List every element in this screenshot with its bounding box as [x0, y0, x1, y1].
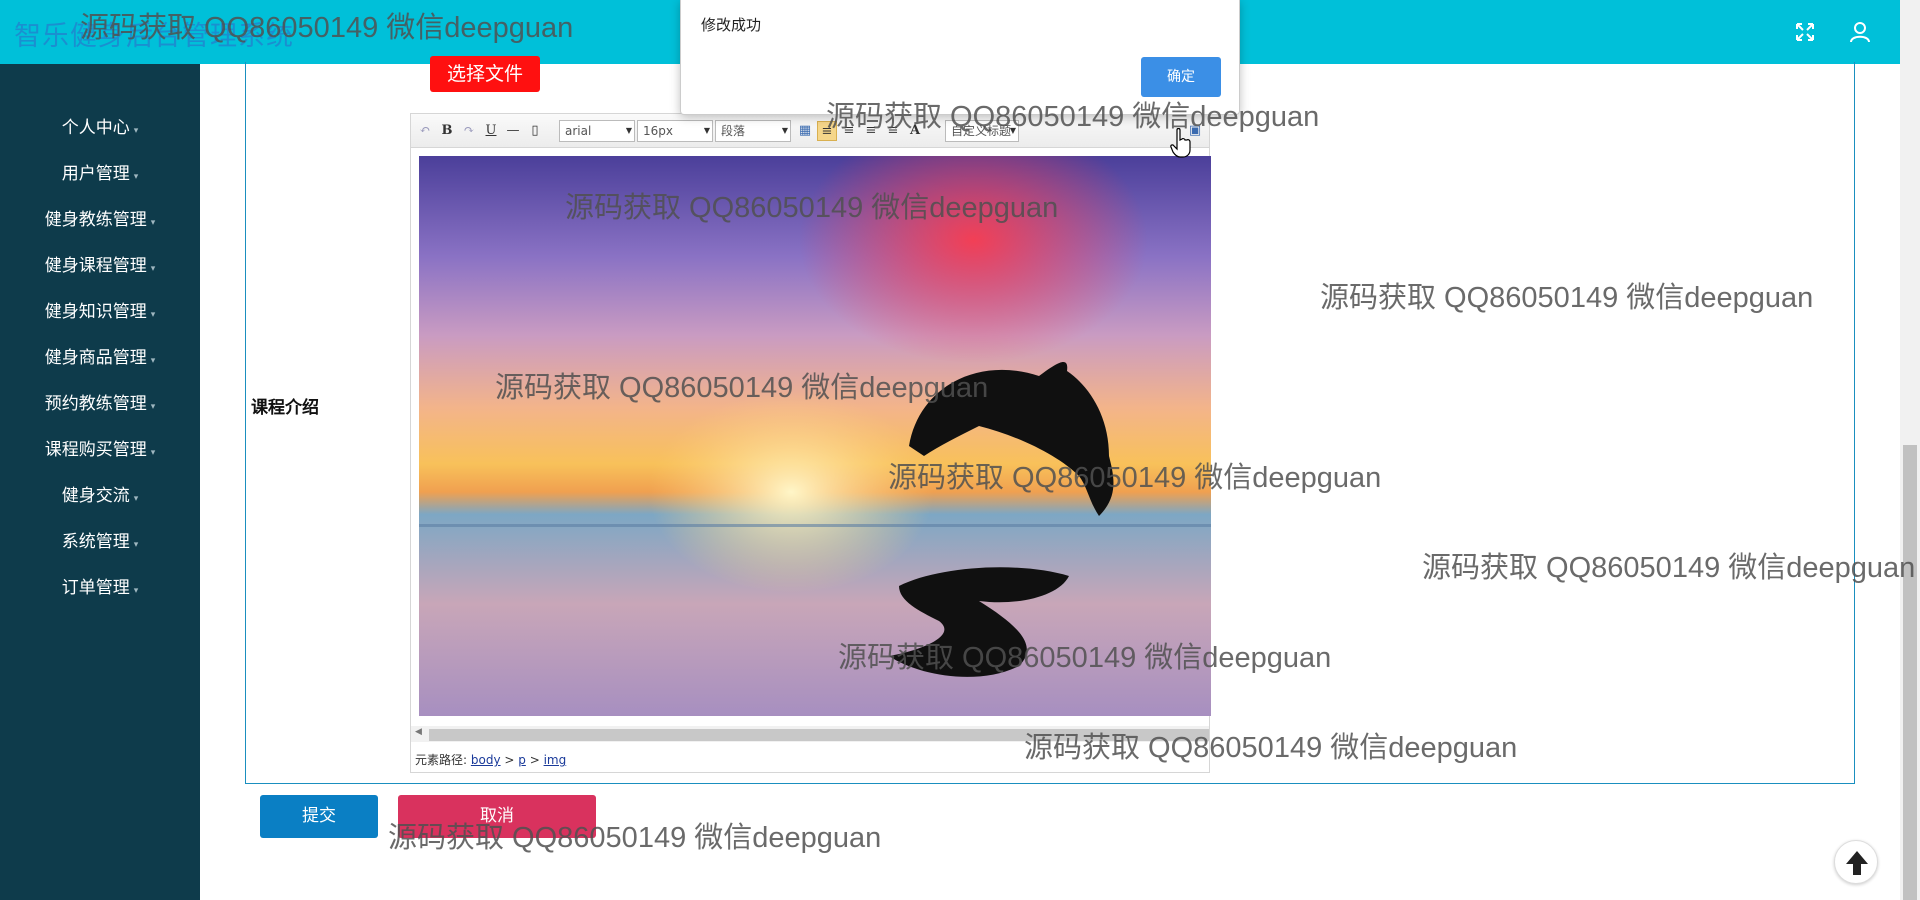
- element-path: 元素路径: body > p > img: [415, 753, 567, 767]
- arrow-up-icon: [1846, 851, 1868, 875]
- paragraph-select[interactable]: 段落 ▼: [715, 120, 791, 142]
- chevron-down-icon: ▾: [150, 356, 156, 366]
- dialog-message: 修改成功: [701, 16, 762, 34]
- sidebar-item-users[interactable]: 用户管理 ▾: [0, 154, 200, 194]
- vertical-scrollbar[interactable]: [1900, 0, 1920, 900]
- align-center-icon[interactable]: ≡: [839, 121, 859, 141]
- course-intro-label: 课程介绍: [251, 398, 319, 418]
- success-dialog: 修改成功 确定: [680, 0, 1240, 115]
- align-right-icon[interactable]: ≡: [861, 121, 881, 141]
- table-icon[interactable]: ▦: [795, 121, 815, 141]
- page-icon[interactable]: ▯: [525, 121, 545, 141]
- sidebar-item-coach-booking[interactable]: 预约教练管理 ▾: [0, 384, 200, 424]
- hand-cursor-icon: [1170, 127, 1192, 162]
- path-img-link[interactable]: img: [544, 753, 567, 767]
- chevron-down-icon: ▾: [150, 310, 156, 320]
- undo-icon[interactable]: ↶: [415, 121, 435, 141]
- choose-file-button[interactable]: 选择文件: [430, 56, 540, 92]
- rich-text-editor: ↶ B ↷ U — ▯ arial ▼ 16px ▼ 段落 ▼ ▦ ≡ ≡ ≡ ≡ A…: [410, 113, 1211, 773]
- redo-icon[interactable]: ↷: [459, 121, 479, 141]
- path-p-link[interactable]: p: [518, 753, 526, 767]
- fullscreen-icon[interactable]: [1790, 17, 1820, 47]
- chevron-down-icon: ▼: [625, 126, 632, 135]
- path-body-link[interactable]: body: [471, 753, 501, 767]
- chevron-down-icon: ▾: [133, 540, 139, 550]
- vertical-scroll-thumb[interactable]: [1903, 445, 1917, 900]
- chevron-down-icon: ▾: [150, 402, 156, 412]
- font-color-icon[interactable]: A: [905, 121, 925, 141]
- align-justify-icon[interactable]: ≡: [883, 121, 903, 141]
- bold-icon[interactable]: B: [437, 121, 457, 141]
- horizontal-scrollbar[interactable]: ◀: [411, 726, 1209, 742]
- chevron-down-icon: ▼: [703, 126, 710, 135]
- app-title: 智乐健身后台管理系统: [14, 21, 294, 52]
- sidebar-item-knowledge[interactable]: 健身知识管理 ▾: [0, 292, 200, 332]
- cancel-button[interactable]: 取消: [398, 795, 596, 838]
- sidebar-item-system[interactable]: 系统管理 ▾: [0, 522, 200, 562]
- chevron-down-icon: ▾: [133, 172, 139, 182]
- sidebar-item-forum[interactable]: 健身交流 ▾: [0, 476, 200, 516]
- chevron-down-icon: ▾: [133, 494, 139, 504]
- sidebar-item-personal-center[interactable]: 个人中心 ▾: [0, 108, 200, 148]
- chevron-down-icon: ▾: [150, 264, 156, 274]
- dialog-ok-button[interactable]: 确定: [1141, 57, 1221, 97]
- horizontal-rule-icon[interactable]: —: [503, 121, 523, 141]
- align-left-icon[interactable]: ≡: [817, 121, 837, 141]
- sidebar-item-course-purchases[interactable]: 课程购买管理 ▾: [0, 430, 200, 470]
- chevron-down-icon: ▾: [150, 448, 156, 458]
- sidebar: 个人中心 ▾ 用户管理 ▾ 健身教练管理 ▾ 健身课程管理 ▾ 健身知识管理 ▾ 健身商品…: [0, 64, 200, 900]
- font-size-select[interactable]: 16px ▼: [637, 120, 713, 142]
- chevron-down-icon: ▾: [133, 586, 139, 596]
- sidebar-item-courses[interactable]: 健身课程管理 ▾: [0, 246, 200, 286]
- back-to-top-button[interactable]: [1834, 840, 1878, 884]
- underline-icon[interactable]: U: [481, 121, 501, 141]
- chevron-down-icon: ▼: [781, 126, 788, 135]
- user-icon[interactable]: [1845, 17, 1875, 47]
- sidebar-item-orders[interactable]: 订单管理 ▾: [0, 568, 200, 608]
- chevron-down-icon: ▾: [150, 218, 156, 228]
- sidebar-item-coaches[interactable]: 健身教练管理 ▾: [0, 200, 200, 240]
- editor-toolbar: ↶ B ↷ U — ▯ arial ▼ 16px ▼ 段落 ▼ ▦ ≡ ≡ ≡ ≡ A…: [411, 114, 1209, 148]
- custom-title-select[interactable]: 自定义标题 ▼: [945, 120, 1019, 142]
- editor-content[interactable]: [419, 156, 1211, 716]
- font-family-select[interactable]: arial ▼: [559, 120, 635, 142]
- submit-button[interactable]: 提交: [260, 795, 378, 838]
- chevron-down-icon: ▼: [1009, 126, 1016, 135]
- sidebar-item-products[interactable]: 健身商品管理 ▾: [0, 338, 200, 378]
- scroll-left-icon[interactable]: ◀: [415, 727, 422, 737]
- chevron-down-icon: ▾: [133, 126, 139, 136]
- sunset-dolphin-image: [419, 156, 1211, 716]
- horizontal-scroll-thumb[interactable]: [429, 729, 1209, 741]
